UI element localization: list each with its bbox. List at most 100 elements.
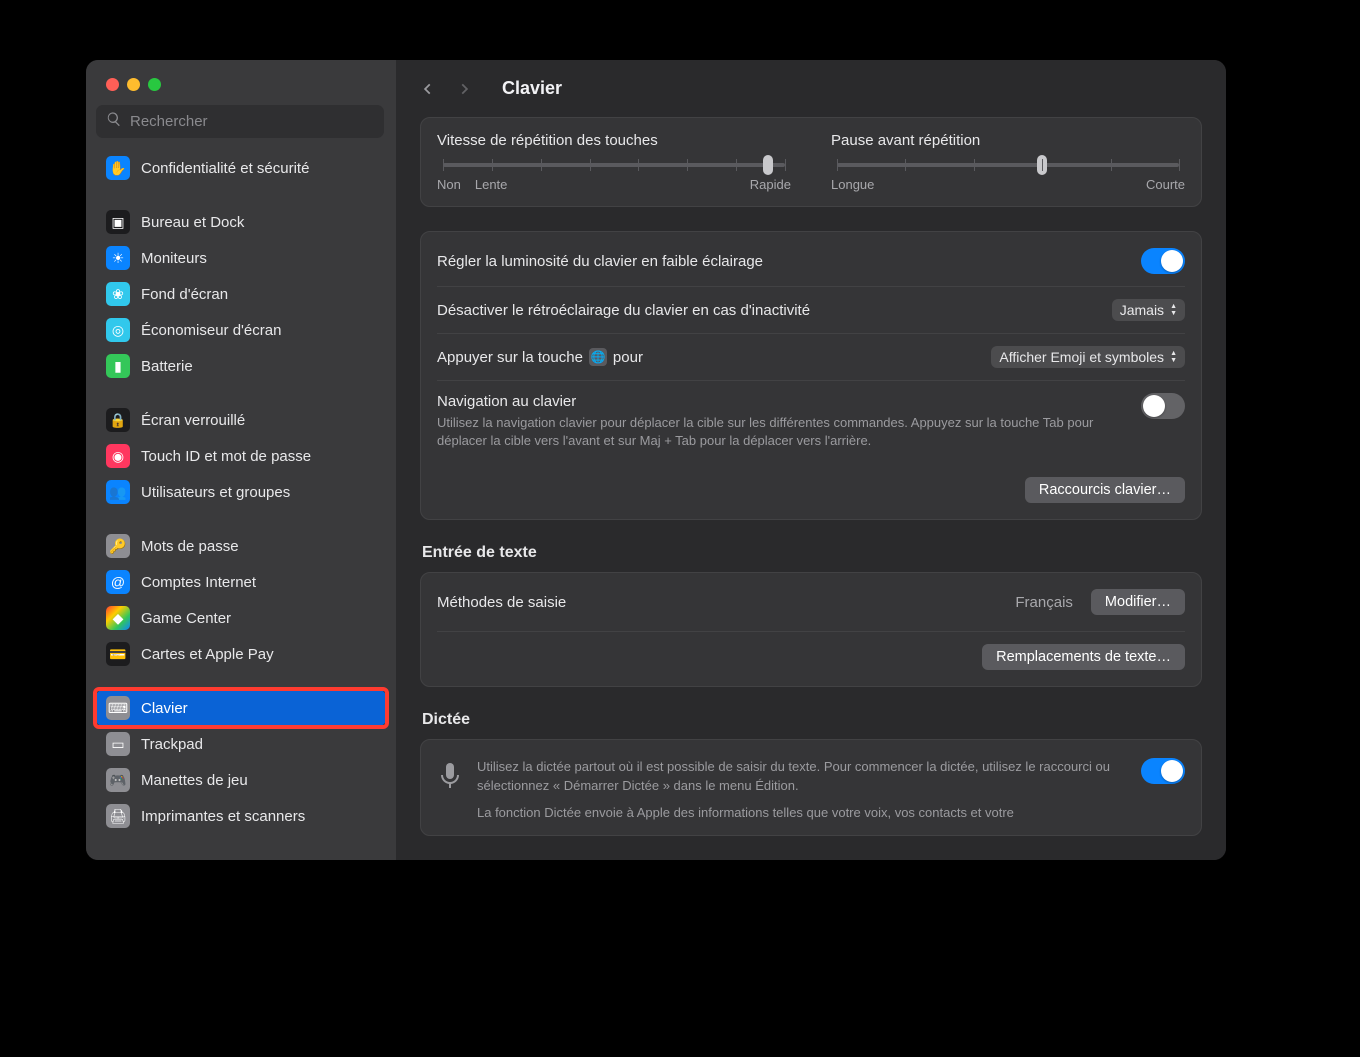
battery-icon: ▮ <box>106 354 130 378</box>
sidebar-item-label: Moniteurs <box>141 250 207 267</box>
sidebar-item-internet[interactable]: @ Comptes Internet <box>96 564 386 600</box>
slider-short-label: Courte <box>1146 177 1185 192</box>
zoom-button[interactable] <box>148 78 161 91</box>
keyboard-nav-toggle[interactable] <box>1141 393 1185 419</box>
keyboard-icon: ⌨ <box>106 696 130 720</box>
sidebar-item-label: Comptes Internet <box>141 574 256 591</box>
globe-key-select[interactable]: Afficher Emoji et symboles ▲▼ <box>991 346 1185 368</box>
text-replacements-button[interactable]: Remplacements de texte… <box>982 644 1185 670</box>
modify-input-button[interactable]: Modifier… <box>1091 589 1185 615</box>
text-input-heading: Entrée de texte <box>422 544 1202 562</box>
backlight-off-select[interactable]: Jamais ▲▼ <box>1112 299 1185 321</box>
brightness-label: Régler la luminosité du clavier en faibl… <box>437 253 763 270</box>
brightness-toggle[interactable] <box>1141 248 1185 274</box>
dictation-toggle[interactable] <box>1141 758 1185 784</box>
slider-slow-label: Lente <box>475 177 508 192</box>
sidebar-item-keyboard[interactable]: ⌨ Clavier <box>96 690 386 726</box>
search-input[interactable] <box>130 113 374 130</box>
printers-icon: 🖨 <box>106 804 130 828</box>
sidebar-list: ✋ Confidentialité et sécurité ▣ Bureau et D… <box>86 150 396 860</box>
sidebar-item-gamecenter[interactable]: ◆ Game Center <box>96 600 386 636</box>
globe-icon: 🌐 <box>589 348 607 366</box>
sidebar-item-label: Manettes de jeu <box>141 772 248 789</box>
sidebar-item-label: Mots de passe <box>141 538 239 555</box>
forward-button[interactable] <box>454 79 474 99</box>
sidebar-item-privacy[interactable]: ✋ Confidentialité et sécurité <box>96 150 386 186</box>
sidebar-item-users[interactable]: 👥 Utilisateurs et groupes <box>96 474 386 510</box>
sidebar-item-label: Fond d'écran <box>141 286 228 303</box>
slider-min-label: Non <box>437 177 461 192</box>
sidebar-item-label: Game Center <box>141 610 231 627</box>
touchid-icon: ◉ <box>106 444 130 468</box>
chevron-updown-icon: ▲▼ <box>1170 303 1177 317</box>
sidebar-item-gamectrl[interactable]: 🎮 Manettes de jeu <box>96 762 386 798</box>
delay-label: Pause avant répétition <box>831 132 1185 149</box>
sidebar-item-desktop[interactable]: ▣ Bureau et Dock <box>96 204 386 240</box>
sidebar-item-label: Clavier <box>141 700 188 717</box>
content-scroll[interactable]: Vitesse de répétition des touches Non Le… <box>396 117 1226 860</box>
search-icon <box>106 111 122 132</box>
minimize-button[interactable] <box>127 78 140 91</box>
titlebar: Clavier <box>396 60 1226 117</box>
dictation-panel: Utilisez la dictée partout où il est pos… <box>420 739 1202 836</box>
sidebar: ✋ Confidentialité et sécurité ▣ Bureau et D… <box>86 60 396 860</box>
keyboard-nav-label: Navigation au clavier <box>437 393 1129 410</box>
close-button[interactable] <box>106 78 119 91</box>
sidebar-item-label: Trackpad <box>141 736 203 753</box>
sidebar-item-label: Utilisateurs et groupes <box>141 484 290 501</box>
sidebar-item-touchid[interactable]: ◉ Touch ID et mot de passe <box>96 438 386 474</box>
keyboard-options-panel: Régler la luminosité du clavier en faibl… <box>420 231 1202 520</box>
sidebar-item-displays[interactable]: ☀ Moniteurs <box>96 240 386 276</box>
privacy-icon: ✋ <box>106 156 130 180</box>
slider-max-label: Rapide <box>750 177 791 192</box>
wallet-icon: 💳 <box>106 642 130 666</box>
chevron-updown-icon: ▲▼ <box>1170 350 1177 364</box>
sidebar-item-label: Économiseur d'écran <box>141 322 281 339</box>
displays-icon: ☀ <box>106 246 130 270</box>
sidebar-item-label: Batterie <box>141 358 193 375</box>
microphone-icon <box>437 758 463 790</box>
internet-icon: @ <box>106 570 130 594</box>
search-field[interactable] <box>96 105 384 138</box>
keyboard-shortcuts-button[interactable]: Raccourcis clavier… <box>1025 477 1185 503</box>
window-controls <box>86 70 396 105</box>
dictation-desc-1: Utilisez la dictée partout où il est pos… <box>477 758 1127 796</box>
desktop-icon: ▣ <box>106 210 130 234</box>
sidebar-item-label: Confidentialité et sécurité <box>141 160 309 177</box>
sidebar-item-wallpaper[interactable]: ❀ Fond d'écran <box>96 276 386 312</box>
repeat-rate-thumb[interactable] <box>763 155 773 175</box>
back-button[interactable] <box>418 79 438 99</box>
dictation-desc-2: La fonction Dictée envoie à Apple des in… <box>477 804 1127 823</box>
sidebar-item-passwords[interactable]: 🔑 Mots de passe <box>96 528 386 564</box>
sidebar-item-label: Imprimantes et scanners <box>141 808 305 825</box>
sidebar-item-label: Touch ID et mot de passe <box>141 448 311 465</box>
slider-long-label: Longue <box>831 177 874 192</box>
sidebar-item-screensaver[interactable]: ◎ Économiseur d'écran <box>96 312 386 348</box>
screensaver-icon: ◎ <box>106 318 130 342</box>
gamecenter-icon: ◆ <box>106 606 130 630</box>
dictation-heading: Dictée <box>422 711 1202 729</box>
repeat-rate-slider[interactable] <box>443 163 785 167</box>
key-repeat-panel: Vitesse de répétition des touches Non Le… <box>420 117 1202 207</box>
wallpaper-icon: ❀ <box>106 282 130 306</box>
gamectrl-icon: 🎮 <box>106 768 130 792</box>
delay-slider[interactable] <box>837 163 1179 167</box>
globe-key-label: Appuyer sur la touche 🌐 pour <box>437 348 643 366</box>
settings-window: ✋ Confidentialité et sécurité ▣ Bureau et D… <box>86 60 1226 860</box>
highlight-frame <box>93 687 389 729</box>
sidebar-item-trackpad[interactable]: ▭Trackpad <box>96 726 386 762</box>
sidebar-item-label: Cartes et Apple Pay <box>141 646 274 663</box>
sidebar-item-battery[interactable]: ▮ Batterie <box>96 348 386 384</box>
input-methods-value: Français <box>1015 594 1073 611</box>
page-title: Clavier <box>502 78 562 99</box>
backlight-off-label: Désactiver le rétroéclairage du clavier … <box>437 302 810 319</box>
sidebar-item-lockscreen[interactable]: 🔒Écran verrouillé <box>96 402 386 438</box>
users-icon: 👥 <box>106 480 130 504</box>
sidebar-item-printers[interactable]: 🖨 Imprimantes et scanners <box>96 798 386 834</box>
sidebar-item-label: Bureau et Dock <box>141 214 244 231</box>
passwords-icon: 🔑 <box>106 534 130 558</box>
text-input-panel: Méthodes de saisie Français Modifier… Re… <box>420 572 1202 687</box>
sidebar-item-wallet[interactable]: 💳 Cartes et Apple Pay <box>96 636 386 672</box>
lockscreen-icon: 🔒 <box>106 408 130 432</box>
repeat-rate-label: Vitesse de répétition des touches <box>437 132 791 149</box>
